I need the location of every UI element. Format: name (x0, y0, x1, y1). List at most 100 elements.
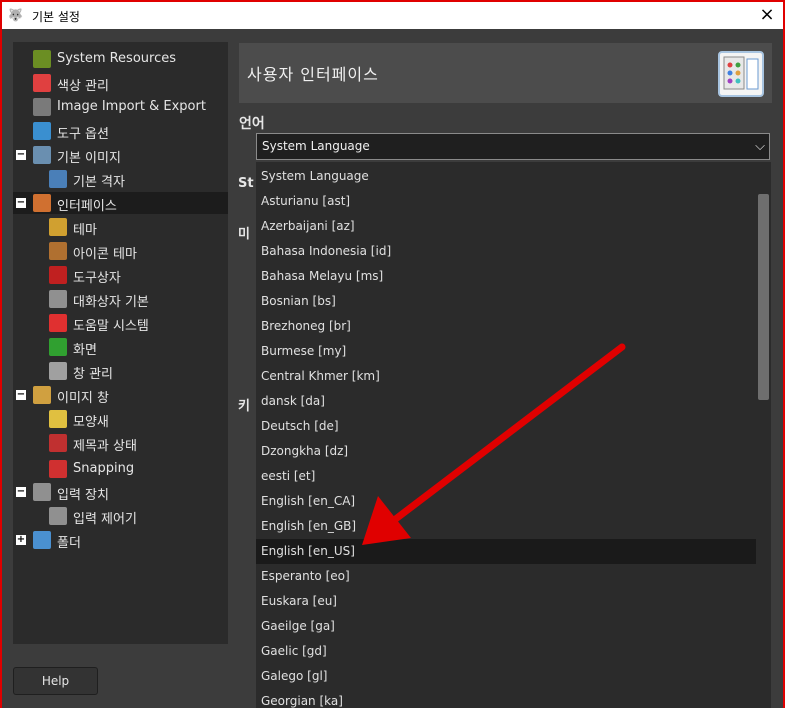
grid-icon (49, 170, 67, 188)
sidebar-item-label: 폴더 (57, 536, 81, 551)
expand-icon[interactable]: + (16, 535, 26, 545)
sidebar-item-label: 대화상자 기본 (73, 295, 149, 310)
hidden-label-style: St (238, 176, 254, 191)
sidebar-item[interactable]: − 입력 장치 (13, 481, 228, 503)
tool-options-icon (33, 122, 51, 140)
appearance-icon (49, 410, 67, 428)
sidebar-item-label: 창 관리 (73, 367, 114, 382)
language-option[interactable]: Gaelic [gd] (256, 639, 756, 664)
interface-icon (33, 194, 51, 212)
sidebar-item[interactable]: 기본 격자 (13, 168, 228, 190)
language-option[interactable]: eesti [et] (256, 464, 756, 489)
close-icon[interactable]: × (755, 4, 779, 26)
sidebar-item[interactable]: 창 관리 (13, 360, 228, 382)
sidebar-item[interactable]: Snapping (13, 458, 228, 480)
sidebar-item[interactable]: 도구상자 (13, 264, 228, 286)
sidebar-item-label: 기본 격자 (73, 175, 125, 190)
language-option[interactable]: Bosnian [bs] (256, 289, 756, 314)
import-export-icon (33, 98, 51, 116)
dialog-body: System Resources 색상 관리 Image Import & Expo… (2, 29, 783, 708)
sidebar-item-label: 인터페이스 (57, 199, 117, 214)
default-image-icon (33, 146, 51, 164)
icon-theme-icon (49, 242, 67, 260)
sidebar-item[interactable]: 색상 관리 (13, 72, 228, 94)
sidebar-item[interactable]: 대화상자 기본 (13, 288, 228, 310)
sidebar-item-label: 제목과 상태 (73, 439, 137, 454)
panel-header: 사용자 인터페이스 (239, 43, 772, 103)
folder-icon (33, 531, 51, 549)
language-option[interactable]: Central Khmer [km] (256, 364, 756, 389)
help-button[interactable]: Help (13, 667, 98, 695)
window-management-icon (49, 362, 67, 380)
color-star-icon (33, 74, 51, 92)
sidebar-item[interactable]: 제목과 상태 (13, 432, 228, 454)
sidebar-item[interactable]: − 인터페이스 (13, 192, 228, 214)
input-controllers-icon (49, 507, 67, 525)
gimp-logo-icon: 🐺 (8, 8, 23, 22)
language-combo[interactable]: System Language ⌵ (256, 133, 770, 160)
sidebar-item[interactable]: − 기본 이미지 (13, 144, 228, 166)
language-option[interactable]: Georgian [ka] (256, 689, 756, 708)
sidebar-item-label: 도구상자 (73, 271, 121, 286)
language-option[interactable]: Gaeilge [ga] (256, 614, 756, 639)
language-option[interactable]: Asturianu [ast] (256, 189, 756, 214)
sidebar-item-label: 도움말 시스템 (73, 319, 149, 334)
interface-panel-icon (718, 51, 764, 97)
sidebar-item[interactable]: 모양새 (13, 408, 228, 430)
theme-icon (49, 218, 67, 236)
sidebar-item[interactable]: 입력 제어기 (13, 505, 228, 527)
language-option[interactable]: Deutsch [de] (256, 414, 756, 439)
language-option[interactable]: System Language (256, 164, 756, 189)
language-option[interactable]: dansk [da] (256, 389, 756, 414)
language-option[interactable]: Bahasa Melayu [ms] (256, 264, 756, 289)
language-option[interactable]: Bahasa Indonesia [id] (256, 239, 756, 264)
dialog-defaults-icon (49, 290, 67, 308)
sidebar-item[interactable]: 도움말 시스템 (13, 312, 228, 334)
sidebar-item-label: Snapping (73, 461, 135, 476)
language-option[interactable]: Euskara [eu] (256, 589, 756, 614)
language-option[interactable]: Burmese [my] (256, 339, 756, 364)
hidden-label-ki: 키 (238, 399, 250, 414)
language-combo-value: System Language (262, 139, 370, 153)
sidebar-item-label: 테마 (73, 223, 97, 238)
chip-icon (33, 50, 51, 68)
sidebar-item-label: 입력 제어기 (73, 512, 137, 527)
sidebar-item-label: 아이콘 테마 (73, 247, 137, 262)
language-option[interactable]: Azerbaijani [az] (256, 214, 756, 239)
language-option[interactable]: Dzongkha [dz] (256, 439, 756, 464)
language-option[interactable]: English [en_US] (256, 539, 756, 564)
collapse-icon[interactable]: − (16, 487, 26, 497)
language-option[interactable]: Esperanto [eo] (256, 564, 756, 589)
preferences-tree: System Resources 색상 관리 Image Import & Expo… (13, 42, 228, 644)
title-status-icon (49, 434, 67, 452)
snapping-icon (49, 460, 67, 478)
sidebar-item[interactable]: 화면 (13, 336, 228, 358)
sidebar-item-label: 화면 (73, 343, 97, 358)
language-option[interactable]: English [en_CA] (256, 489, 756, 514)
sidebar-item[interactable]: Image Import & Export (13, 96, 228, 118)
toolbox-icon (49, 266, 67, 284)
sidebar-item[interactable]: 테마 (13, 216, 228, 238)
dropdown-scrollbar[interactable] (756, 162, 771, 708)
language-option[interactable]: Brezhoneg [br] (256, 314, 756, 339)
sidebar-item[interactable]: 도구 옵션 (13, 120, 228, 142)
sidebar-item-label: System Resources (57, 51, 176, 66)
sidebar-item-label: 모양새 (73, 415, 109, 430)
sidebar-item-label: 도구 옵션 (57, 127, 109, 142)
collapse-icon[interactable]: − (16, 390, 26, 400)
sidebar-item[interactable]: System Resources (13, 48, 228, 70)
collapse-icon[interactable]: − (16, 198, 26, 208)
chevron-down-icon: ⌵ (755, 139, 765, 154)
language-label: 언어 (239, 116, 265, 132)
help-system-icon (49, 314, 67, 332)
title-bar: 🐺 기본 설정 × (2, 2, 783, 29)
sidebar-item[interactable]: − 이미지 창 (13, 384, 228, 406)
sidebar-item[interactable]: + 폴더 (13, 529, 228, 551)
language-dropdown-list: Georgian [ka] Galego [gl] Gaelic [gd] Gaeil… (256, 162, 771, 708)
image-window-icon (33, 386, 51, 404)
sidebar-item[interactable]: 아이콘 테마 (13, 240, 228, 262)
scrollbar-thumb[interactable] (758, 194, 769, 400)
language-option[interactable]: Galego [gl] (256, 664, 756, 689)
collapse-icon[interactable]: − (16, 150, 26, 160)
language-option[interactable]: English [en_GB] (256, 514, 756, 539)
